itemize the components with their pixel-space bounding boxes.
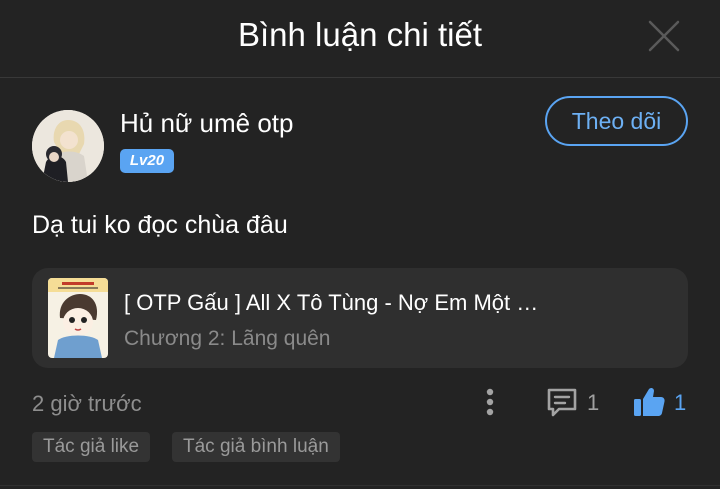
avatar-image xyxy=(32,110,104,182)
like-count: 1 xyxy=(674,390,687,415)
story-chapter: Chương 2: Lãng quên xyxy=(124,327,331,350)
tag-author-like: Tác giả like xyxy=(32,432,151,462)
avatar[interactable] xyxy=(32,110,104,182)
close-button[interactable] xyxy=(646,18,682,54)
story-title: [ OTP Gấu ] All X Tô Tùng - Nợ Em Một Đờ… xyxy=(124,290,544,315)
more-vertical-icon xyxy=(486,388,494,416)
comment-icon xyxy=(547,388,577,417)
thumbs-up-icon xyxy=(634,387,665,416)
story-cover-image xyxy=(48,278,108,358)
more-options-button[interactable] xyxy=(478,387,502,417)
reply-count: 1 xyxy=(587,390,600,415)
close-icon xyxy=(648,20,680,52)
story-cover xyxy=(48,278,108,358)
level-badge: Lv20 xyxy=(120,149,174,173)
story-card[interactable]: [ OTP Gấu ] All X Tô Tùng - Nợ Em Một Đờ… xyxy=(32,268,688,368)
timestamp: 2 giờ trước xyxy=(32,391,142,416)
page-title: Bình luận chi tiết xyxy=(238,16,482,53)
tag-author-comment: Tác giả bình luận xyxy=(172,432,340,462)
divider xyxy=(0,485,720,486)
username[interactable]: Hủ nữ umê otp xyxy=(120,108,294,139)
comment-text: Dạ tui ko đọc chùa đâu xyxy=(32,211,288,239)
like-button[interactable]: 1 xyxy=(632,383,692,421)
reply-button[interactable]: 1 xyxy=(545,384,605,420)
header: Bình luận chi tiết xyxy=(0,0,720,78)
comment-detail-sheet: Bình luận chi tiết Hủ nữ umê otp Lv20 Th… xyxy=(0,0,720,489)
follow-button[interactable]: Theo dõi xyxy=(545,96,688,146)
